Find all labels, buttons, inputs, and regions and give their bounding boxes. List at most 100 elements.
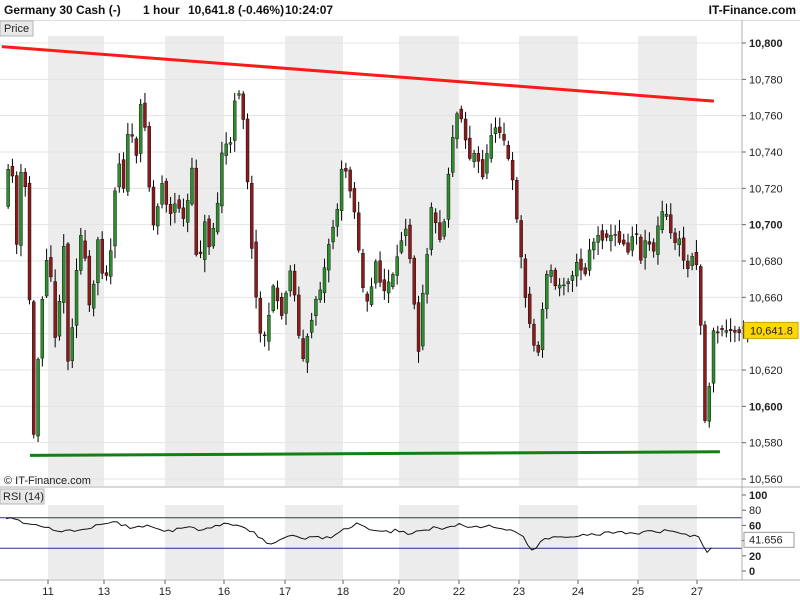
candle-body [369, 286, 374, 305]
resistance-trendline [1, 45, 715, 103]
candle-body [703, 324, 707, 421]
price-panel-label: Price [4, 23, 29, 35]
candle-body [339, 168, 344, 211]
candle-body [630, 236, 634, 251]
candle-body [49, 257, 53, 278]
candle-body [660, 211, 664, 230]
candle-body [53, 281, 57, 338]
candle-body [10, 165, 15, 177]
candle-body [361, 253, 365, 289]
candle-body [374, 261, 378, 284]
candle-body [690, 256, 694, 266]
candle-body [198, 251, 203, 254]
candle-body [211, 227, 216, 247]
candle-body [181, 207, 186, 219]
rsi-tick-label: 60 [749, 520, 761, 532]
candle-body [57, 301, 62, 337]
candle-body [733, 329, 737, 333]
candle-body [356, 212, 361, 251]
candle-body [292, 270, 297, 296]
candle-body [309, 319, 314, 333]
candle-body [344, 168, 348, 172]
candle-body [224, 143, 228, 156]
candle-body [570, 275, 575, 281]
price-tick-label: 10,680 [749, 256, 783, 268]
interval-label[interactable]: 1 hour [143, 3, 180, 17]
candle-body [399, 240, 404, 253]
chart-header: Germany 30 Cash (-) 1 hour 10,641.8 (-0.… [0, 0, 800, 21]
price-tick-label: 10,700 [749, 220, 783, 232]
price-chart[interactable]: Price © IT-Finance.com RSI (14) 10,560 10… [0, 20, 800, 600]
rsi-line [5, 517, 712, 554]
candle-body [472, 153, 476, 162]
date-tick-label: 17 [279, 586, 291, 598]
candle-body [724, 330, 729, 333]
candle-body [643, 240, 647, 258]
candle-body [540, 309, 545, 350]
candle-body [583, 267, 587, 275]
candle-body [510, 160, 515, 181]
candle-body [634, 233, 639, 235]
candle-body [553, 269, 558, 287]
candle-body [138, 104, 143, 154]
candle-body [40, 298, 45, 359]
candle-body [707, 386, 711, 422]
date-tick-label: 23 [513, 586, 525, 598]
candle-body [395, 256, 399, 276]
candle-body [267, 315, 271, 342]
candle-body [575, 261, 579, 277]
candle-body [62, 246, 66, 303]
candle-body [305, 336, 310, 363]
rsi-value-label: 41.656 [749, 534, 783, 546]
candle-body [455, 113, 459, 140]
candle-body [716, 331, 720, 334]
date-tick-label: 27 [691, 586, 703, 598]
last-price-tag: 10,641.8 [743, 321, 799, 339]
candle-body [527, 293, 532, 324]
candle-body [416, 302, 421, 352]
rsi-tick-label: 0 [749, 566, 755, 578]
last-quote: 10,641.8 (-0.46%) [188, 3, 285, 17]
candle-body [168, 204, 173, 214]
candle-body [647, 241, 652, 245]
candle-body [87, 255, 92, 306]
candle-body [228, 142, 233, 145]
candle-body [412, 257, 416, 305]
candle-body [79, 235, 83, 271]
candle-body [66, 243, 70, 362]
candle-body [698, 266, 703, 326]
candle-body [203, 221, 207, 260]
date-x-axis: 11 13 15 16 17 18 20 22 23 24 25 27 [42, 580, 703, 598]
candle-body [19, 172, 23, 246]
candle-body [113, 190, 117, 247]
candle-body [656, 225, 660, 255]
candle-body [498, 126, 502, 133]
price-tick-label: 10,560 [749, 474, 783, 486]
candle-body [185, 200, 190, 223]
shaded-session [48, 505, 104, 579]
candle-body [433, 212, 438, 224]
candle-body [83, 240, 87, 259]
candle-body [117, 163, 121, 188]
candle-body [557, 284, 562, 289]
candle-body [91, 283, 96, 309]
brand-label: IT-Finance.com [708, 3, 796, 17]
candle-body [250, 183, 254, 249]
support-trendline [29, 450, 720, 457]
candle-body [36, 359, 40, 437]
candle-body [160, 183, 164, 205]
candle-body [425, 254, 429, 295]
price-tick-label: 10,580 [749, 438, 783, 450]
candle-body [480, 159, 485, 178]
candle-body [74, 270, 79, 326]
date-tick-label: 25 [632, 586, 644, 598]
candle-body [23, 172, 27, 188]
candle-body [681, 237, 686, 261]
candle-body [109, 250, 113, 277]
candle-body [566, 281, 570, 284]
candle-body [237, 93, 241, 96]
shaded-session [638, 505, 697, 579]
rsi-tick-label: 80 [749, 505, 761, 517]
candle-body [502, 134, 506, 141]
date-tick-label: 24 [572, 586, 584, 598]
